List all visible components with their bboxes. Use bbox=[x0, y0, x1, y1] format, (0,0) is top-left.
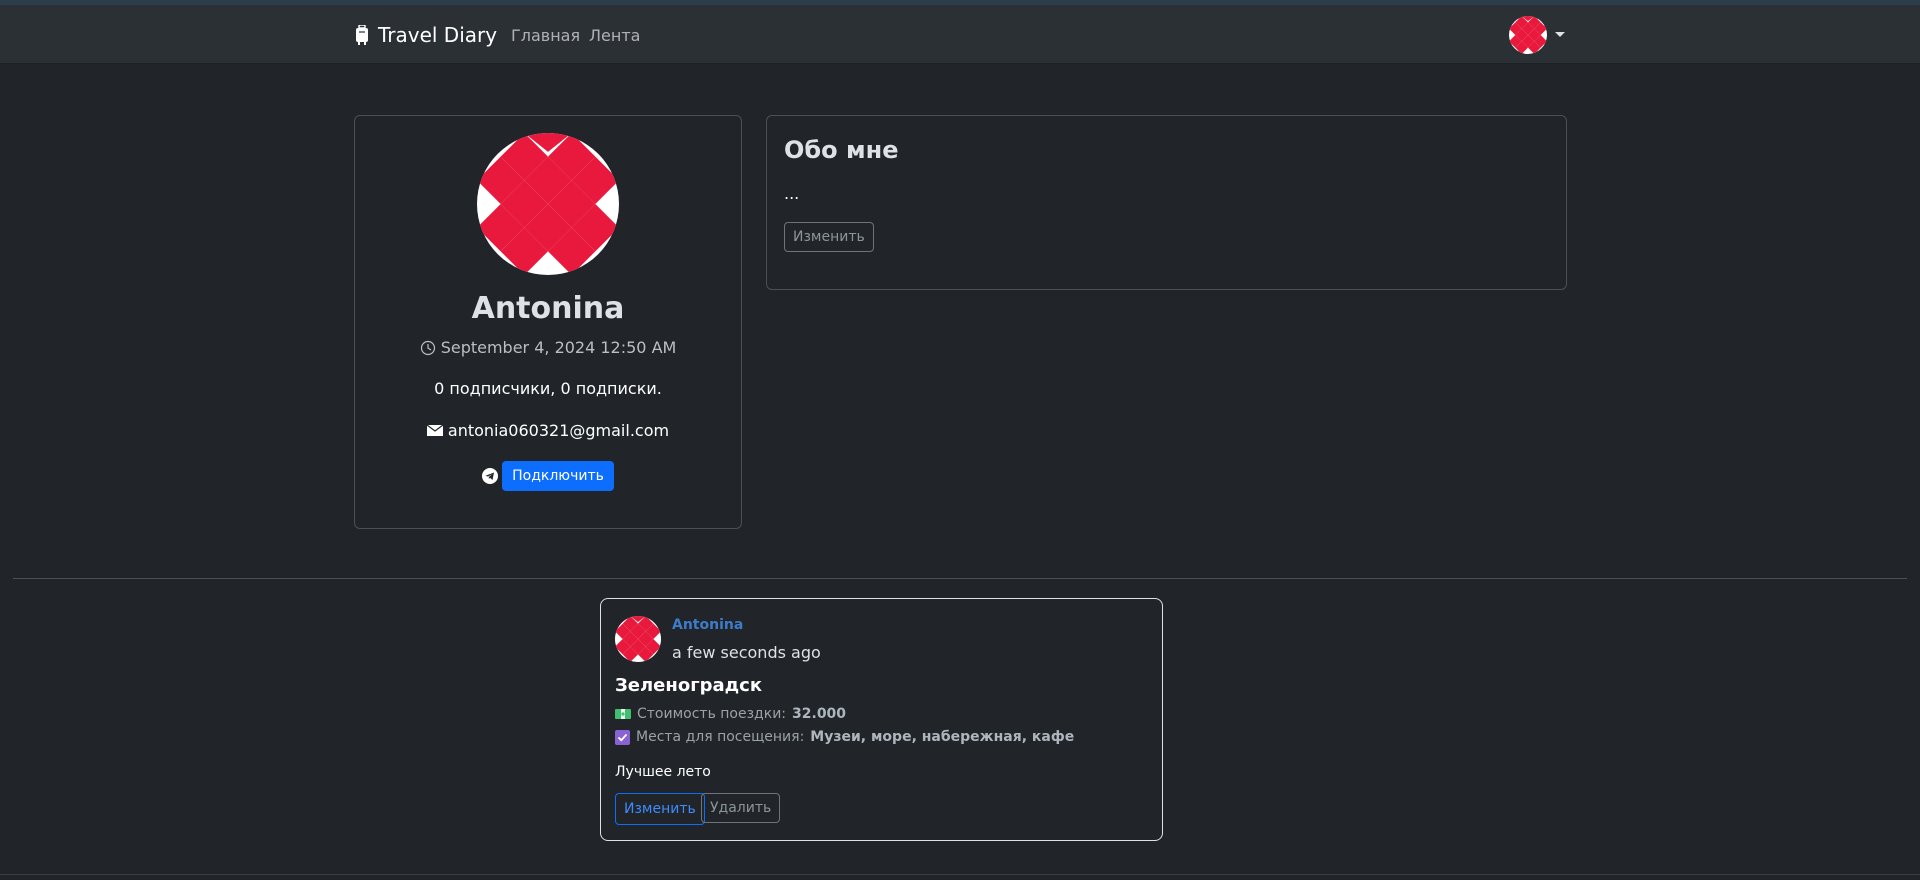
connect-telegram-button[interactable]: Подключить bbox=[502, 461, 614, 491]
checkbox-icon bbox=[615, 729, 630, 745]
delete-post-button[interactable]: Удалить bbox=[701, 793, 781, 823]
edit-post-button[interactable]: Изменить bbox=[615, 793, 705, 825]
envelope-icon bbox=[426, 424, 443, 436]
about-card: Обо мне ... Изменить bbox=[766, 115, 1567, 290]
profile-avatar bbox=[477, 133, 619, 275]
post-timestamp: a few seconds ago bbox=[672, 643, 821, 662]
profile-join-date: September 4, 2024 12:50 AM bbox=[355, 338, 741, 357]
post-card: Antonina a few seconds ago Зеленоградск … bbox=[600, 598, 1163, 841]
navbar: Travel Diary Главная Лента bbox=[0, 5, 1920, 64]
nav-link-home[interactable]: Главная bbox=[511, 26, 580, 45]
about-title: Обо мне bbox=[784, 136, 899, 164]
money-icon bbox=[615, 709, 631, 719]
post-places-value: Музеи, море, набережная, кафе bbox=[810, 729, 1075, 745]
post-description: Лучшее лето bbox=[615, 764, 711, 780]
clock-icon bbox=[420, 340, 435, 355]
followers-info: 0 подписчики, 0 подписки. bbox=[434, 379, 662, 398]
profile-date-text: September 4, 2024 12:50 AM bbox=[440, 338, 677, 357]
bottom-border bbox=[0, 874, 1920, 875]
post-cost-value: 32.000 bbox=[792, 706, 847, 722]
brand-name: Travel Diary bbox=[378, 23, 498, 47]
post-places: Места для посещения: Музеи, море, набере… bbox=[615, 729, 1074, 745]
suitcase-icon bbox=[356, 25, 368, 45]
identicon-avatar bbox=[615, 616, 661, 662]
navbar-brand[interactable]: Travel Diary bbox=[354, 23, 497, 47]
post-title: Зеленоградск bbox=[615, 675, 763, 696]
profile-name: Antonina bbox=[471, 291, 625, 326]
telegram-icon bbox=[482, 468, 499, 484]
identicon-avatar bbox=[1509, 16, 1547, 54]
user-menu-avatar[interactable] bbox=[1509, 16, 1547, 54]
edit-about-button[interactable]: Изменить bbox=[784, 222, 874, 252]
post-places-label: Места для посещения: bbox=[636, 729, 805, 745]
post-cost-label: Стоимость поездки: bbox=[637, 706, 787, 722]
post-author-avatar[interactable] bbox=[615, 616, 661, 662]
caret-down-icon[interactable] bbox=[1555, 32, 1565, 37]
profile-email: antonia060321@gmail.com bbox=[355, 421, 741, 440]
about-text: ... bbox=[784, 184, 800, 203]
profile-email-text: antonia060321@gmail.com bbox=[447, 421, 670, 440]
section-divider bbox=[13, 578, 1907, 579]
nav-link-feed[interactable]: Лента bbox=[589, 26, 640, 45]
profile-card: Antonina September 4, 2024 12:50 AM 0 по… bbox=[354, 115, 742, 529]
post-cost: Стоимость поездки: 32.000 bbox=[615, 706, 846, 722]
post-author-link[interactable]: Antonina bbox=[672, 617, 743, 633]
telegram-connect: Подключить bbox=[355, 461, 741, 491]
identicon-avatar bbox=[477, 133, 619, 275]
